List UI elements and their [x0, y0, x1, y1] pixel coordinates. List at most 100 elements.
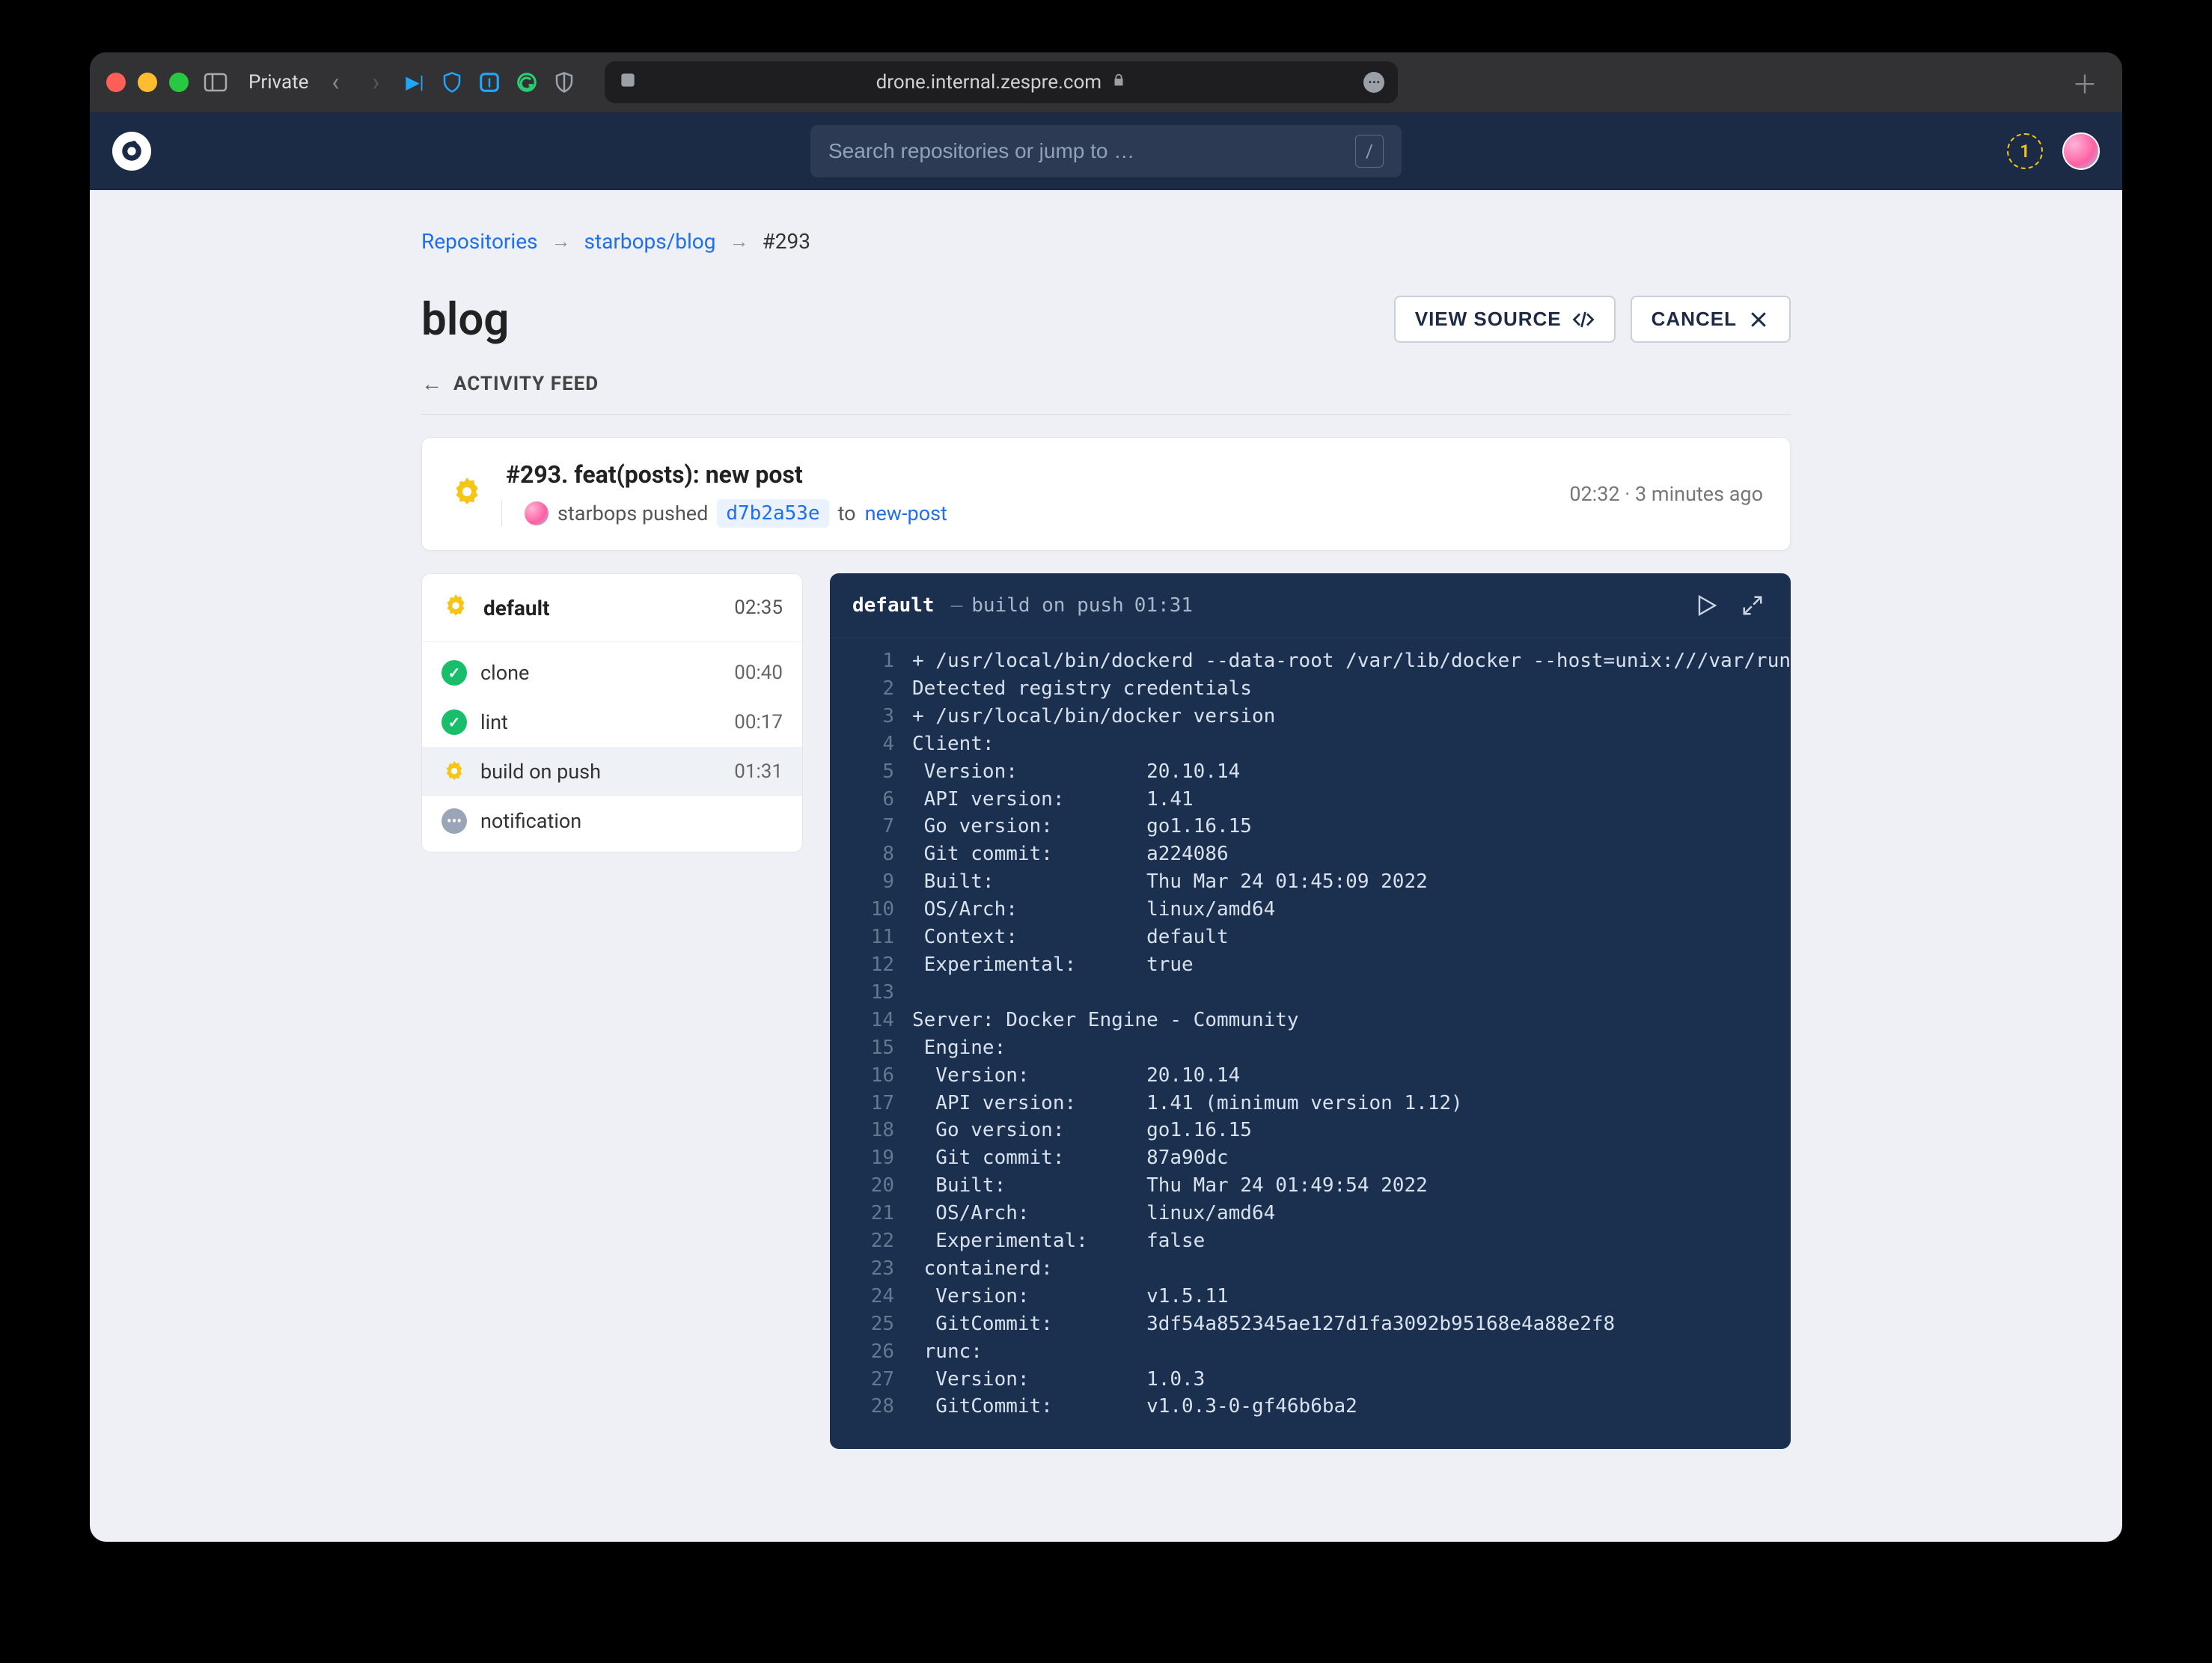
- maximize-window-icon[interactable]: [169, 73, 189, 92]
- arrow-right-icon: →: [552, 230, 571, 253]
- log-body[interactable]: 1 + /usr/local/bin/dockerd --data-root /v…: [830, 638, 1791, 1435]
- back-to-activity-feed[interactable]: ← ACTIVITY FEED: [421, 371, 1791, 396]
- extension-1password-icon[interactable]: I: [477, 70, 501, 94]
- log-line-text: GitCommit: 3df54a852345ae127d1fa3092b951…: [912, 1310, 1615, 1338]
- sidebar-toggle-icon[interactable]: [202, 69, 229, 96]
- branch-name[interactable]: new-post: [865, 501, 947, 525]
- browser-chrome: Private ‹ › ▶| I drone.internal.zespre.c…: [90, 52, 2122, 112]
- log-line: 17 API version: 1.41 (minimum version 1.…: [830, 1090, 1791, 1117]
- log-line-number: 3: [852, 703, 894, 730]
- log-line: 16 Version: 20.10.14: [830, 1062, 1791, 1090]
- log-line: 5 Version: 20.10.14: [830, 758, 1791, 786]
- cancel-button[interactable]: CANCEL: [1631, 296, 1791, 343]
- step-item[interactable]: ✓clone00:40: [422, 648, 802, 698]
- stage-time: 02:35: [734, 596, 783, 619]
- log-line-number: 5: [852, 758, 894, 786]
- running-gear-icon: [442, 592, 470, 623]
- log-line-number: 26: [852, 1338, 894, 1366]
- pending-step-icon: •••: [442, 808, 467, 834]
- log-line-text: Engine:: [912, 1034, 1006, 1062]
- breadcrumb: Repositories → starbops/blog → #293: [421, 229, 1791, 254]
- build-title: #293. feat(posts): new post: [506, 460, 1569, 489]
- log-line-number: 2: [852, 675, 894, 703]
- step-time: 01:31: [734, 760, 783, 783]
- log-line-number: 11: [852, 924, 894, 951]
- log-line-number: 14: [852, 1007, 894, 1034]
- search-box[interactable]: /: [810, 125, 1402, 177]
- traffic-lights: [106, 73, 189, 92]
- log-line-number: 1: [852, 647, 894, 675]
- browser-window: Private ‹ › ▶| I drone.internal.zespre.c…: [90, 52, 2122, 1542]
- log-line: 20 Built: Thu Mar 24 01:49:54 2022: [830, 1172, 1791, 1200]
- log-line: 19 Git commit: 87a90dc: [830, 1144, 1791, 1172]
- private-mode-label: Private: [248, 71, 308, 94]
- log-line: 14Server: Docker Engine - Community: [830, 1007, 1791, 1034]
- log-line-text: Version: 1.0.3: [912, 1366, 1205, 1394]
- back-button-icon[interactable]: ‹: [322, 69, 349, 96]
- follow-log-button-icon[interactable]: [1690, 590, 1722, 621]
- extension-privacy-icon[interactable]: [552, 70, 576, 94]
- log-line-number: 22: [852, 1227, 894, 1255]
- log-line-number: 28: [852, 1393, 894, 1421]
- running-gear-icon: [449, 475, 485, 513]
- running-gear-icon: [442, 759, 467, 784]
- view-source-label: VIEW SOURCE: [1415, 308, 1562, 331]
- more-url-options-icon[interactable]: ···: [1363, 72, 1384, 93]
- log-line-text: GitCommit: v1.0.3-0-gf46b6ba2: [912, 1393, 1357, 1421]
- crumb-repo[interactable]: starbops/blog: [584, 229, 716, 254]
- url-bar[interactable]: drone.internal.zespre.com ···: [605, 61, 1398, 103]
- log-line: 1 + /usr/local/bin/dockerd --data-root /v…: [830, 647, 1791, 675]
- url-text: drone.internal.zespre.com: [876, 71, 1102, 94]
- new-tab-button-icon[interactable]: ＋: [2071, 69, 2098, 96]
- commit-sha[interactable]: d7b2a53e: [717, 499, 828, 528]
- log-line-text: Version: 20.10.14: [912, 758, 1240, 786]
- minimize-window-icon[interactable]: [138, 73, 157, 92]
- pending-badge[interactable]: 1: [2007, 133, 2043, 169]
- step-time: 00:40: [734, 662, 783, 684]
- log-line: 4Client:: [830, 730, 1791, 758]
- search-input[interactable]: [828, 139, 1355, 163]
- log-line: 7 Go version: go1.16.15: [830, 813, 1791, 840]
- forward-button-icon: ›: [362, 69, 389, 96]
- step-item[interactable]: ✓lint00:17: [422, 698, 802, 747]
- log-line-text: + /usr/local/bin/docker version: [912, 703, 1275, 730]
- success-check-icon: ✓: [442, 660, 467, 686]
- log-line: 27 Version: 1.0.3: [830, 1366, 1791, 1394]
- log-line-text: OS/Arch: linux/amd64: [912, 1200, 1275, 1227]
- page-content: Repositories → starbops/blog → #293 blog…: [90, 190, 2122, 1542]
- crumb-repositories[interactable]: Repositories: [421, 229, 538, 254]
- step-item[interactable]: •••notification: [422, 796, 802, 846]
- log-line: 11 Context: default: [830, 924, 1791, 951]
- close-window-icon[interactable]: [106, 73, 126, 92]
- app-header: / 1: [90, 112, 2122, 190]
- step-item[interactable]: build on push01:31: [422, 747, 802, 796]
- log-line-number: 18: [852, 1117, 894, 1144]
- view-source-button[interactable]: VIEW SOURCE: [1394, 296, 1616, 343]
- log-line-text: containerd:: [912, 1255, 1053, 1283]
- actor-line-connector: [501, 501, 516, 526]
- log-line: 15 Engine:: [830, 1034, 1791, 1062]
- meta-dot: ·: [1625, 482, 1635, 506]
- extension-grammarly-icon[interactable]: [515, 70, 539, 94]
- log-line-number: 6: [852, 786, 894, 814]
- log-line-text: Client:: [912, 730, 995, 758]
- log-line-text: API version: 1.41: [912, 786, 1194, 814]
- divider: [421, 414, 1791, 415]
- log-line-number: 10: [852, 896, 894, 924]
- stage-header[interactable]: default 02:35: [422, 574, 802, 642]
- site-settings-icon[interactable]: [618, 70, 638, 95]
- arrow-right-icon: →: [730, 230, 749, 253]
- log-step-time: 01:31: [1134, 594, 1193, 617]
- drone-logo-icon[interactable]: [112, 132, 151, 171]
- log-line-number: 9: [852, 868, 894, 896]
- log-line-number: 7: [852, 813, 894, 840]
- user-avatar[interactable]: [2062, 132, 2100, 170]
- log-stage-name: default: [852, 594, 935, 617]
- log-line-text: + /usr/local/bin/dockerd --data-root /va…: [912, 647, 1791, 675]
- fullscreen-button-icon[interactable]: [1737, 590, 1768, 621]
- extension-1-icon[interactable]: ▶|: [403, 70, 427, 94]
- step-time: 00:17: [734, 711, 783, 733]
- private-label: Private: [248, 71, 308, 94]
- extension-shield-icon[interactable]: [440, 70, 464, 94]
- log-line-number: 12: [852, 951, 894, 979]
